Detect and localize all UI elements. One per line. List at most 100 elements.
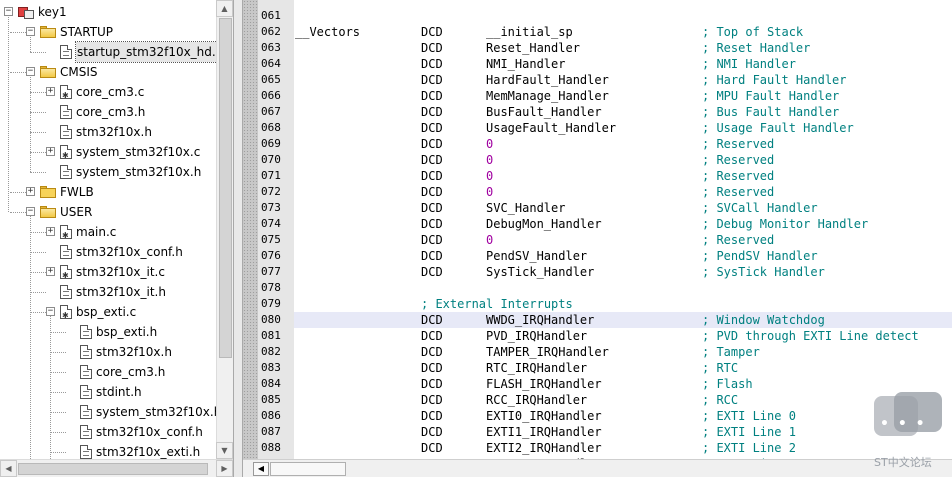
tree-item[interactable]: stm32f10x_it.h [0, 282, 216, 302]
collapse-icon[interactable]: − [4, 7, 13, 16]
expand-icon[interactable]: + [26, 187, 35, 196]
code-line[interactable]: 078 [243, 280, 952, 296]
code-line[interactable]: 072 DCD 0 ; Reserved [243, 184, 952, 200]
tree-item[interactable]: system_stm32f10x.h [0, 162, 216, 182]
tree-item[interactable]: + FWLB [0, 182, 216, 202]
tree-item[interactable]: − USER [0, 202, 216, 222]
scroll-thumb[interactable] [18, 463, 208, 475]
tree-item-label: stm32f10x_conf.h [76, 245, 183, 259]
tree-item[interactable]: − key1 [0, 2, 216, 22]
code-line[interactable]: 086 DCD EXTI0_IRQHandler ; EXTI Line 0 [243, 408, 952, 424]
header-file-icon [60, 285, 72, 299]
tree-connector [50, 452, 66, 453]
code-line[interactable]: 074 DCD DebugMon_Handler ; Debug Monitor Ha… [243, 216, 952, 232]
expand-icon[interactable]: + [46, 147, 55, 156]
tree-connector [50, 332, 66, 333]
header-file-icon [80, 405, 92, 419]
line-number: 082 [261, 345, 281, 358]
source-file-icon [60, 145, 72, 166]
scroll-down-button[interactable]: ▼ [216, 442, 233, 459]
tree-item[interactable]: bsp_exti.h [0, 322, 216, 342]
collapse-icon[interactable]: − [26, 207, 35, 216]
asm-comment: ; Window Watchdog [702, 313, 825, 327]
code-line[interactable]: 073 DCD SVC_Handler ; SVCall Handler [243, 200, 952, 216]
code-line[interactable]: 065 DCD HardFault_Handler ; Hard Fault Hand… [243, 72, 952, 88]
asm-operand: 0 [486, 153, 494, 167]
current-code-line[interactable]: 080 DCD WWDG_IRQHandler ; Window Watchdog [243, 312, 952, 328]
code-line[interactable]: 062 __Vectors DCD __initial_sp ; Top of Stac… [243, 24, 952, 40]
tree-item[interactable]: stm32f10x_conf.h [0, 242, 216, 262]
tree-item[interactable]: − bsp_exti.c [0, 302, 216, 326]
code-line[interactable]: 082 DCD TAMPER_IRQHandler ; Tamper [243, 344, 952, 360]
scroll-thumb[interactable] [219, 18, 232, 358]
collapse-icon[interactable]: − [26, 67, 35, 76]
header-file-icon [60, 45, 72, 59]
asm-operand: SysTick_Handler [486, 265, 595, 279]
code-editor[interactable]: 061 062 __Vectors DCD __initial_sp ; Top of S… [243, 0, 952, 459]
code-line[interactable]: 066 DCD MemManage_Handler ; MPU Fault Handl… [243, 88, 952, 104]
tree-item[interactable]: startup_stm32f10x_hd.s [0, 41, 216, 63]
asm-directive: DCD [421, 201, 443, 215]
code-line[interactable]: 088 DCD EXTI2_IRQHandler ; EXTI Line 2 [243, 440, 952, 456]
scroll-right-button[interactable]: ▶ [216, 460, 233, 477]
code-line[interactable]: 071 DCD 0 ; Reserved [243, 168, 952, 184]
tree-item[interactable]: stm32f10x.h [0, 342, 216, 362]
project-tree[interactable]: − key1− STARTUP startup_stm32f10x_hd.s − CMSI… [0, 0, 216, 459]
tree-item-label: stm32f10x.h [76, 125, 152, 139]
line-number: 074 [261, 217, 281, 230]
tree-item[interactable]: + main.c [0, 222, 216, 246]
asm-directive: DCD [421, 137, 443, 151]
code-line[interactable]: 076 DCD PendSV_Handler ; PendSV Handler [243, 248, 952, 264]
tree-item[interactable]: − CMSIS [0, 62, 216, 82]
code-line[interactable]: 068 DCD UsageFault_Handler ; Usage Fault Ha… [243, 120, 952, 136]
scroll-up-button[interactable]: ▲ [216, 0, 233, 17]
tree-item[interactable]: + stm32f10x_it.c [0, 262, 216, 286]
tree-item[interactable]: stm32f10x.h [0, 122, 216, 142]
code-line[interactable]: 085 DCD RCC_IRQHandler ; RCC [243, 392, 952, 408]
collapse-icon[interactable]: − [46, 307, 55, 316]
tree-item[interactable]: stm32f10x_exti.h [0, 442, 216, 459]
code-line[interactable]: 070 DCD 0 ; Reserved [243, 152, 952, 168]
tree-item[interactable]: stm32f10x_conf.h [0, 422, 216, 442]
code-line[interactable]: 069 DCD 0 ; Reserved [243, 136, 952, 152]
tree-connector [30, 272, 46, 273]
tree-item[interactable]: system_stm32f10x.h [0, 402, 216, 422]
code-line[interactable]: 067 DCD BusFault_Handler ; Bus Fault Handle… [243, 104, 952, 120]
tree-item[interactable]: core_cm3.h [0, 102, 216, 122]
tree-horizontal-scrollbar[interactable]: ◀ ▶ [0, 459, 233, 477]
code-line[interactable]: 081 DCD PVD_IRQHandler ; PVD through EXTI L… [243, 328, 952, 344]
tree-item[interactable]: core_cm3.h [0, 362, 216, 382]
code-line[interactable]: 087 DCD EXTI1_IRQHandler ; EXTI Line 1 [243, 424, 952, 440]
tree-item-label: FWLB [60, 185, 94, 199]
tree-connector [30, 52, 46, 53]
scroll-left-button[interactable]: ◀ [0, 460, 17, 477]
tree-connector [30, 152, 46, 153]
code-line[interactable]: 083 DCD RTC_IRQHandler ; RTC [243, 360, 952, 376]
editor-horizontal-scrollbar[interactable]: ◀ [243, 459, 952, 477]
tree-item[interactable]: − STARTUP [0, 22, 216, 42]
collapse-icon[interactable]: − [26, 27, 35, 36]
expand-icon[interactable]: + [46, 267, 55, 276]
tree-item[interactable]: stdint.h [0, 382, 216, 402]
tree-item[interactable]: + system_stm32f10x.c [0, 142, 216, 166]
code-line[interactable]: 075 DCD 0 ; Reserved [243, 232, 952, 248]
code-line[interactable]: 064 DCD NMI_Handler ; NMI Handler [243, 56, 952, 72]
pane-splitter[interactable] [233, 0, 243, 477]
code-line[interactable]: 084 DCD FLASH_IRQHandler ; Flash [243, 376, 952, 392]
asm-operand: Reset_Handler [486, 41, 580, 55]
scroll-thumb[interactable] [270, 462, 346, 476]
asm-operand: BusFault_Handler [486, 105, 602, 119]
tree-vertical-scrollbar[interactable]: ▲ ▼ [216, 0, 233, 459]
asm-comment: ; PendSV Handler [702, 249, 818, 263]
code-line[interactable]: 079 ; External Interrupts [243, 296, 952, 312]
tree-item[interactable]: + core_cm3.c [0, 82, 216, 106]
asm-directive: DCD [421, 169, 443, 183]
tree-connector [10, 32, 26, 33]
code-line[interactable]: 077 DCD SysTick_Handler ; SysTick Handler [243, 264, 952, 280]
scroll-left-button[interactable]: ◀ [253, 462, 269, 476]
code-line[interactable]: 061 [243, 8, 952, 24]
current-line-highlight [294, 312, 952, 328]
expand-icon[interactable]: + [46, 227, 55, 236]
code-line[interactable]: 063 DCD Reset_Handler ; Reset Handler [243, 40, 952, 56]
expand-icon[interactable]: + [46, 87, 55, 96]
